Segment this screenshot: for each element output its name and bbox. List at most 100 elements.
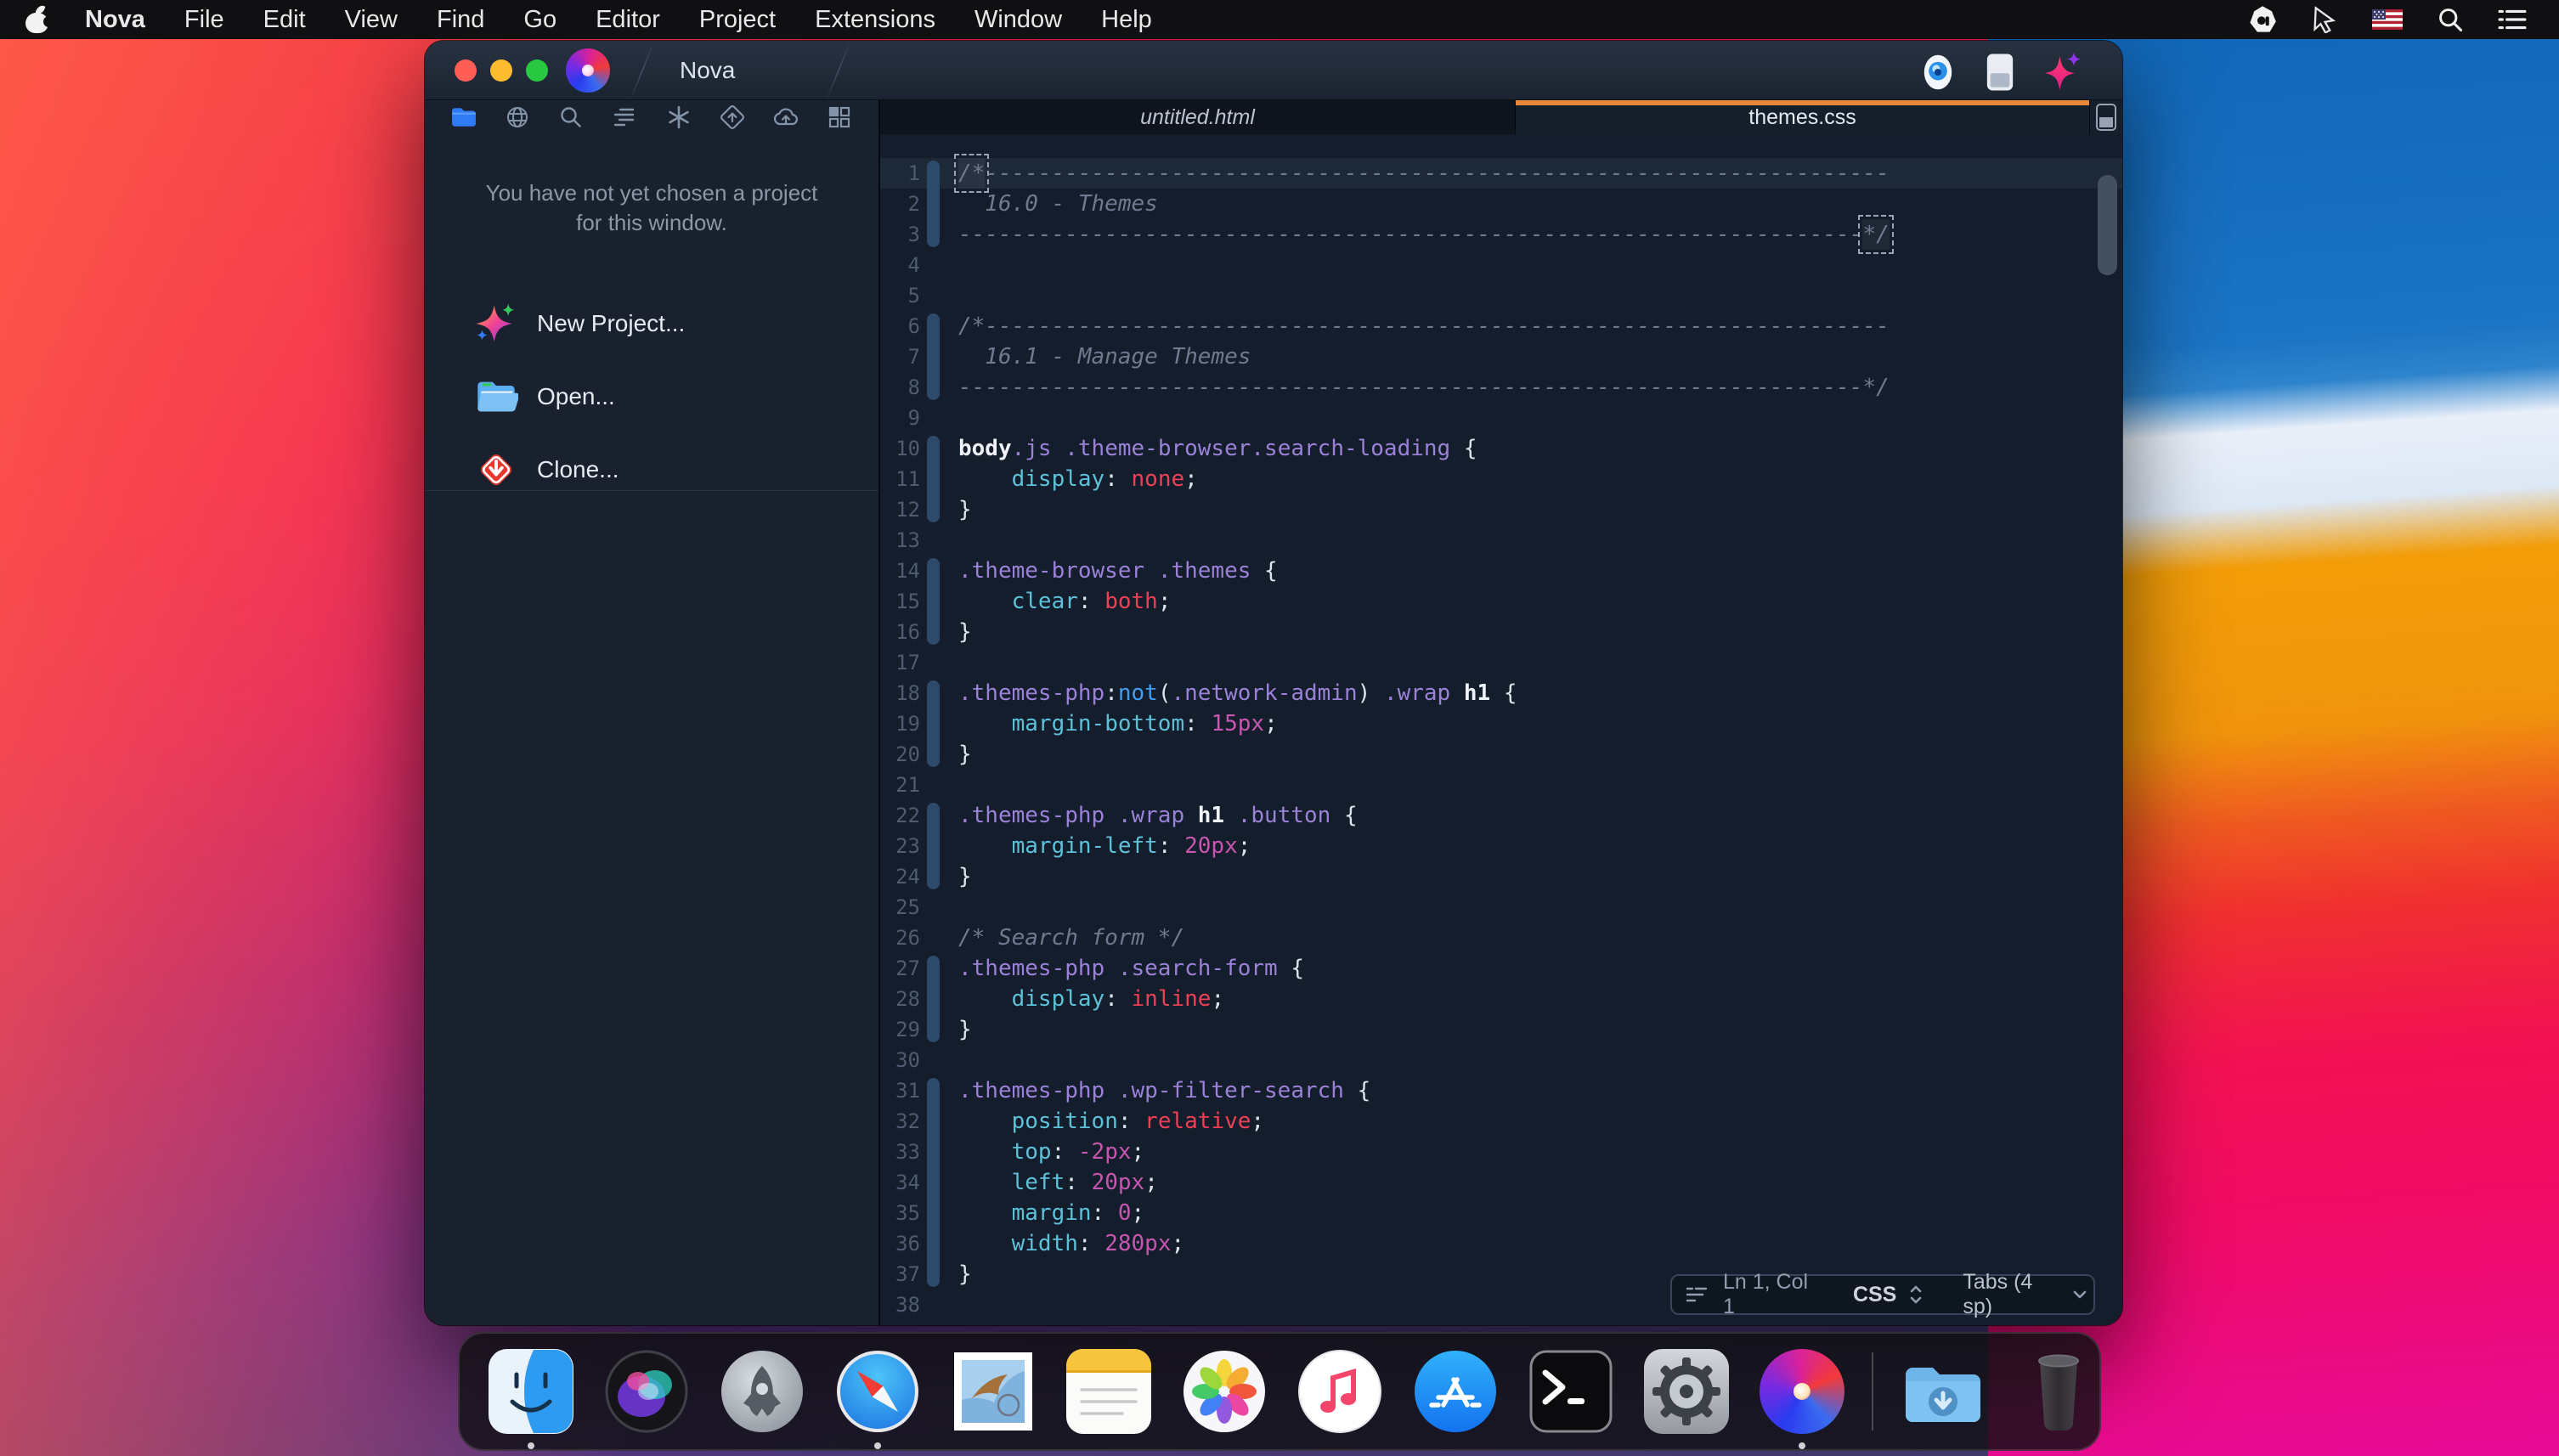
code-editor[interactable]: 1/*-------------------------------------… (880, 134, 2122, 1325)
status-lines-icon[interactable] (1686, 1286, 1708, 1303)
code-line: 29} (880, 1014, 2122, 1045)
dock-item-finder[interactable] (487, 1340, 575, 1442)
dock-item-notes[interactable] (1065, 1340, 1153, 1442)
menu-item-window[interactable]: Window (955, 1, 1082, 39)
fold-indicator[interactable] (927, 313, 940, 400)
code-line: 25 (880, 892, 2122, 923)
input-source-flag-icon[interactable] (2372, 9, 2403, 30)
line-number: 27 (880, 953, 920, 984)
menu-item-go[interactable]: Go (504, 1, 576, 39)
minimize-button[interactable] (490, 59, 512, 82)
zoom-button[interactable] (526, 59, 548, 82)
dock-item-safari[interactable] (833, 1340, 922, 1442)
new-project-button[interactable]: New Project... (425, 287, 878, 360)
line-number: 11 (880, 464, 920, 494)
code-line: 16} (880, 617, 2122, 647)
line-number: 33 (880, 1137, 920, 1167)
code-line: 18.themes-php:not(.network-admin) .wrap … (880, 678, 2122, 708)
fold-indicator[interactable] (927, 1078, 940, 1287)
menu-list-icon[interactable] (2498, 7, 2527, 32)
menu-item-file[interactable]: File (165, 1, 244, 39)
extensions-grid-icon[interactable] (822, 103, 856, 132)
fold-indicator[interactable] (927, 803, 940, 889)
spotlight-search-icon[interactable] (2437, 6, 2464, 33)
menu-item-nova[interactable]: Nova (65, 1, 165, 39)
source-control-diamond-icon[interactable] (715, 103, 749, 132)
code-line: 7 16.1 - Manage Themes (880, 341, 2122, 372)
new-project-label: New Project... (537, 310, 685, 337)
sparkle-icon[interactable] (2042, 50, 2083, 99)
fold-indicator[interactable] (927, 558, 940, 645)
search-icon[interactable] (554, 103, 588, 132)
nova-window: Nova (425, 41, 2122, 1325)
preview-eye-icon[interactable] (1918, 53, 1957, 96)
language-selector[interactable]: CSS (1853, 1283, 1896, 1307)
open-button[interactable]: Open... (425, 360, 878, 433)
menu-item-edit[interactable]: Edit (244, 1, 325, 39)
dock (458, 1332, 2101, 1451)
line-number: 24 (880, 861, 920, 892)
fold-indicator[interactable] (927, 436, 940, 522)
sidebar-toolbar (425, 100, 880, 134)
chevron-down-icon[interactable] (2071, 1289, 2088, 1301)
menu-bar: NovaFileEditViewFindGoEditorProjectExten… (0, 0, 2559, 39)
line-number: 30 (880, 1045, 920, 1075)
clone-button[interactable]: Clone... (425, 433, 878, 506)
dock-item-mail[interactable] (949, 1340, 1037, 1442)
line-number: 18 (880, 678, 920, 708)
menu-item-view[interactable]: View (325, 1, 417, 39)
cursor-icon[interactable] (2311, 6, 2338, 33)
dock-item-appstore[interactable] (1411, 1340, 1500, 1442)
window-titlebar[interactable]: Nova (425, 41, 2122, 100)
code-line: 4 (880, 250, 2122, 280)
fold-indicator[interactable] (927, 956, 940, 1042)
dock-item-nova[interactable] (1758, 1340, 1846, 1442)
new-project-icon (474, 302, 518, 346)
editor-status-bar: Ln 1, Col 1 CSS Tabs (4 sp) (1670, 1274, 2095, 1315)
running-indicator-dot (528, 1442, 534, 1449)
line-number: 8 (880, 372, 920, 403)
reports-lines-icon[interactable] (607, 103, 641, 132)
publish-cloud-icon[interactable] (769, 103, 803, 132)
code-line: 28 display: inline; (880, 984, 2122, 1014)
files-folder-icon[interactable] (447, 103, 481, 132)
tab-untitled-html[interactable]: untitled.html (880, 100, 1516, 134)
fold-indicator[interactable] (927, 680, 940, 767)
chevron-updown-icon[interactable] (1908, 1284, 1923, 1306)
remote-globe-icon[interactable] (500, 103, 534, 132)
line-number: 6 (880, 311, 920, 341)
split-editor-icon[interactable] (2090, 100, 2122, 134)
dock-item-downloads[interactable] (1899, 1340, 1987, 1442)
titlebar-separator (826, 41, 851, 100)
code-lines: 1/*-------------------------------------… (880, 134, 2122, 1325)
code-line: 17 (880, 647, 2122, 678)
editor-scrollbar-thumb[interactable] (2098, 175, 2117, 275)
avast-icon[interactable] (2248, 5, 2277, 34)
line-number: 19 (880, 708, 920, 739)
dock-item-siri[interactable] (602, 1340, 691, 1442)
dock-item-terminal[interactable] (1527, 1340, 1615, 1442)
apple-menu-icon[interactable] (25, 6, 48, 33)
cursor-position[interactable]: Ln 1, Col 1 (1723, 1270, 1824, 1319)
notes-app-icon (1066, 1349, 1151, 1434)
menu-bar-status-area (2248, 5, 2559, 34)
dock-item-sysprefs[interactable] (1642, 1340, 1731, 1442)
indent-selector[interactable]: Tabs (4 sp) (1963, 1270, 2066, 1319)
panel-layout-icon[interactable] (1983, 52, 2017, 97)
close-button[interactable] (455, 59, 477, 82)
dock-item-music[interactable] (1296, 1340, 1384, 1442)
menu-item-help[interactable]: Help (1082, 1, 1172, 39)
running-indicator-dot (874, 1442, 881, 1449)
menu-item-editor[interactable]: Editor (576, 1, 680, 39)
symbols-asterisk-icon[interactable] (662, 103, 696, 132)
tab-themes-css[interactable]: themes.css (1516, 100, 2090, 134)
dock-item-trash[interactable] (2014, 1340, 2103, 1442)
menu-item-project[interactable]: Project (680, 1, 795, 39)
fold-indicator[interactable] (927, 161, 940, 247)
dock-item-launchpad[interactable] (718, 1340, 806, 1442)
menu-item-extensions[interactable]: Extensions (795, 1, 955, 39)
code-line: 31.themes-php .wp-filter-search { (880, 1075, 2122, 1106)
menu-item-find[interactable]: Find (417, 1, 504, 39)
code-line: 33 top: -2px; (880, 1137, 2122, 1167)
dock-item-photos[interactable] (1180, 1340, 1268, 1442)
